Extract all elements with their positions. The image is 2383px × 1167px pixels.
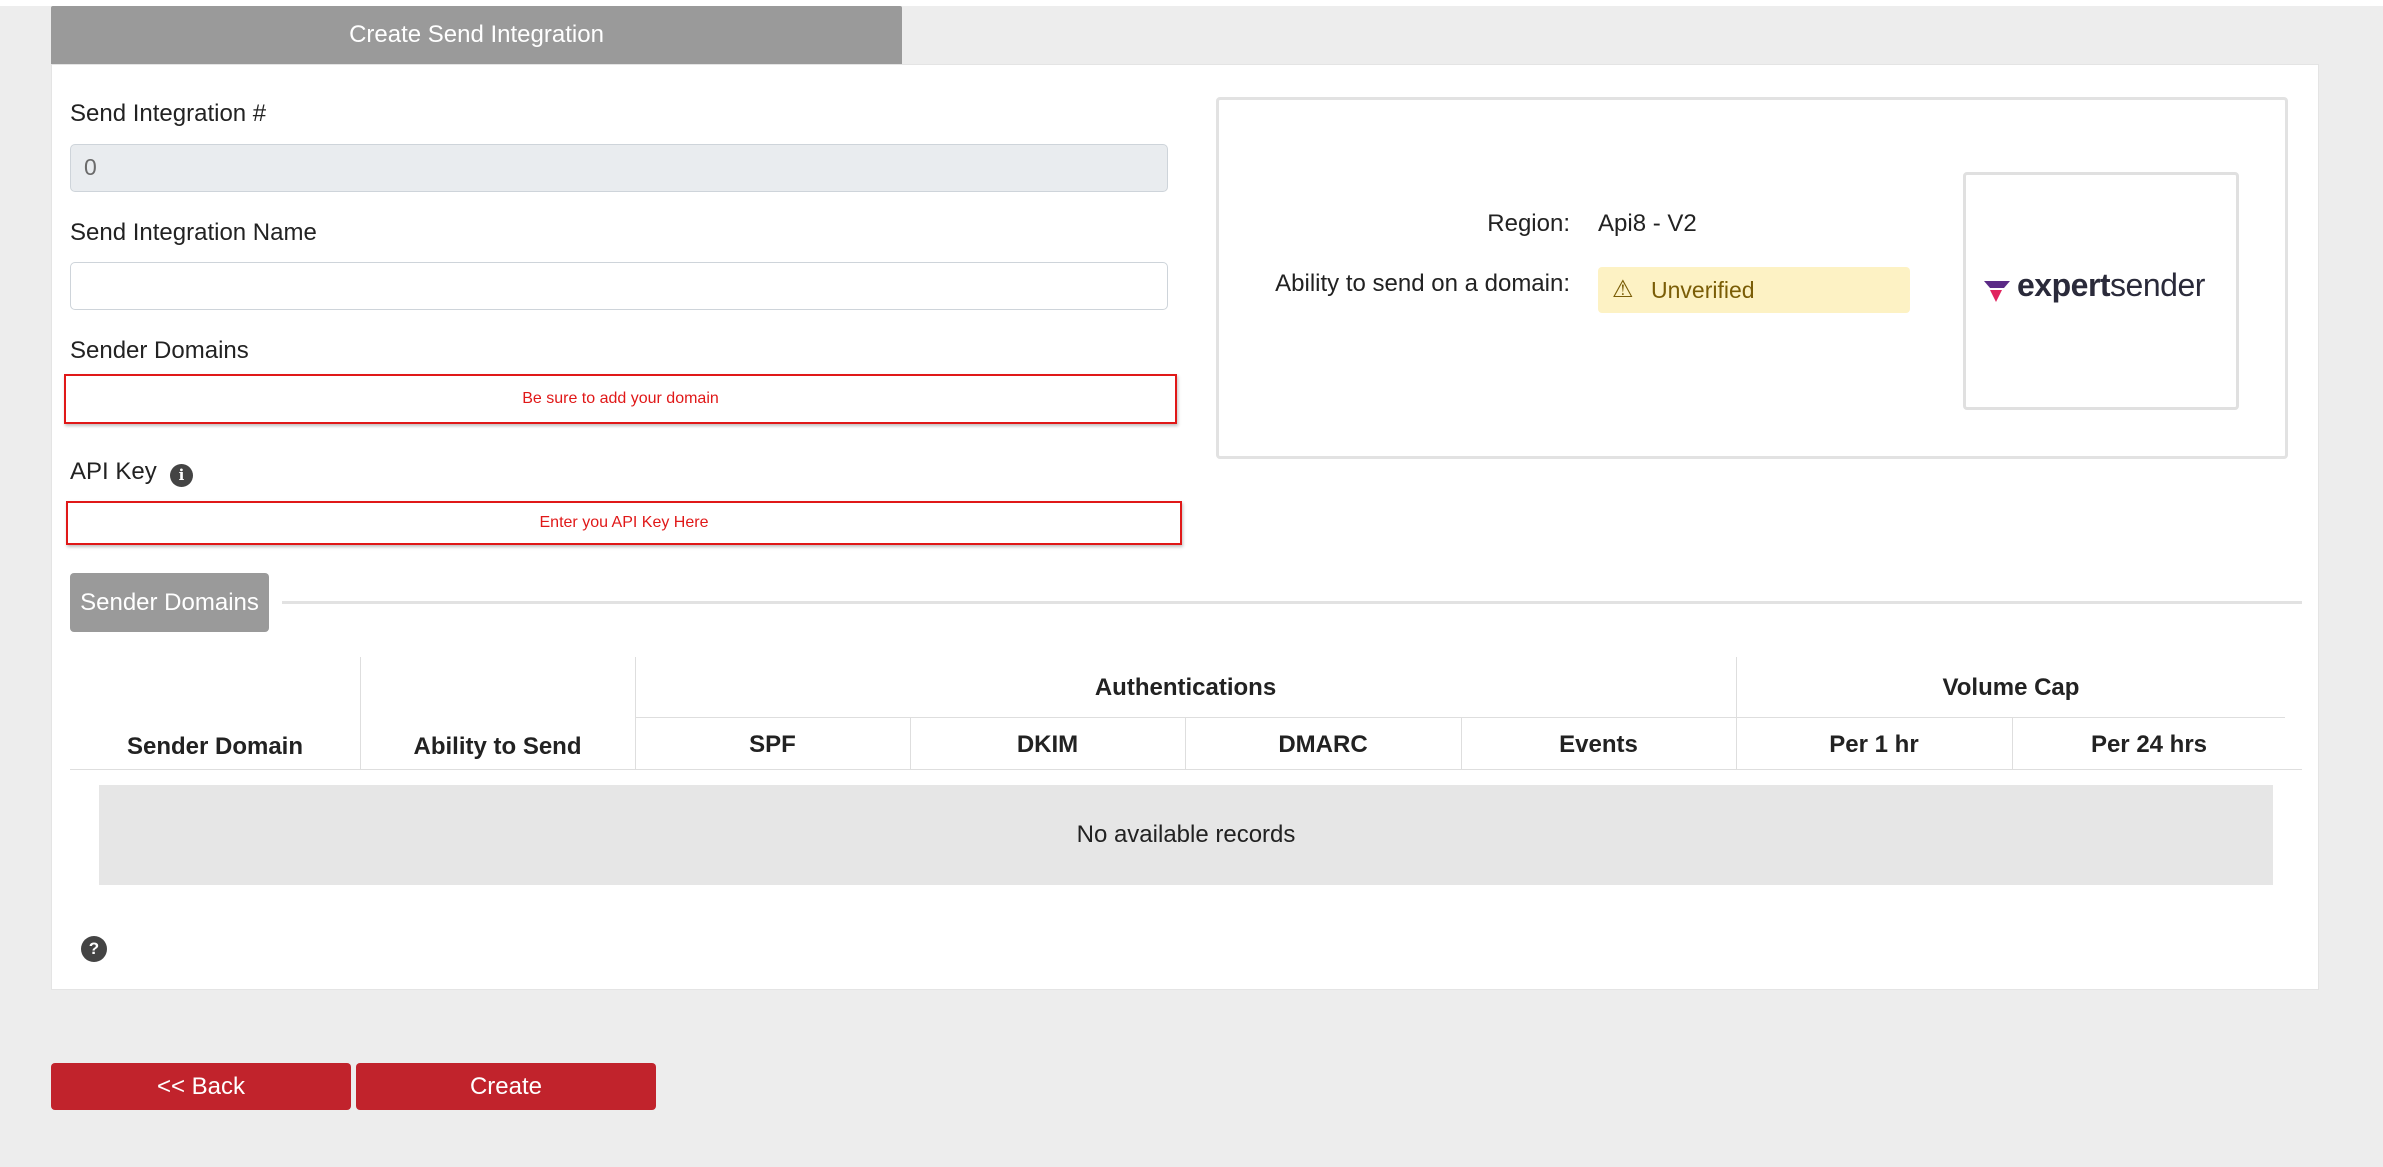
column-header-sender-domain[interactable]: Sender Domain <box>70 733 360 761</box>
provider-logo: expertsender <box>1963 172 2239 410</box>
status-badge-label: Unverified <box>1651 277 1755 303</box>
create-button[interactable]: Create <box>356 1063 656 1110</box>
integration-info-card: Region: Api8 - V2 Ability to send on a d… <box>1216 97 2288 459</box>
empty-table-message: No available records <box>99 785 2273 885</box>
sender-domains-input[interactable]: Be sure to add your domain <box>64 374 1177 424</box>
sender-domains-section-tab[interactable]: Sender Domains <box>70 573 269 632</box>
column-group-volume-cap: Volume Cap <box>1942 674 2080 701</box>
integration-number-field: 0 <box>70 144 1168 192</box>
region-value: Api8 - V2 <box>1598 210 1697 237</box>
column-header-events[interactable]: Events <box>1461 731 1736 759</box>
column-header-per-24hrs[interactable]: Per 24 hrs <box>2012 731 2286 759</box>
column-header-per-1hr[interactable]: Per 1 hr <box>1736 731 2012 759</box>
api-key-input[interactable]: Enter you API Key Here <box>66 501 1182 545</box>
logo-wordmark: expertsender <box>2017 267 2205 303</box>
header-divider <box>635 717 2285 718</box>
column-group-authentications: Authentications <box>1094 674 1277 701</box>
region-label: Region: <box>1487 210 1570 237</box>
back-button[interactable]: << Back <box>51 1063 351 1110</box>
header-bottom-border <box>70 769 2302 770</box>
integration-name-label: Send Integration Name <box>70 219 317 246</box>
column-header-spf[interactable]: SPF <box>635 731 910 759</box>
page-title: Create Send Integration <box>51 6 902 64</box>
ability-label: Ability to send on a domain: <box>1275 270 1570 297</box>
info-icon[interactable]: i <box>170 464 193 487</box>
section-divider <box>282 601 2302 604</box>
question-icon[interactable]: ? <box>81 936 107 962</box>
column-header-dkim[interactable]: DKIM <box>910 731 1185 759</box>
api-key-label: API Key <box>70 458 157 485</box>
column-header-ability-to-send[interactable]: Ability to Send <box>360 733 635 761</box>
integration-number-label: Send Integration # <box>70 100 267 127</box>
status-badge: ⚠ Unverified <box>1598 267 1910 313</box>
column-header-dmarc[interactable]: DMARC <box>1185 731 1461 759</box>
expertsender-logo-icon <box>1984 281 2010 302</box>
sender-domains-label: Sender Domains <box>70 337 249 364</box>
warning-icon: ⚠ <box>1612 276 1634 303</box>
integration-name-input[interactable] <box>70 262 1168 310</box>
